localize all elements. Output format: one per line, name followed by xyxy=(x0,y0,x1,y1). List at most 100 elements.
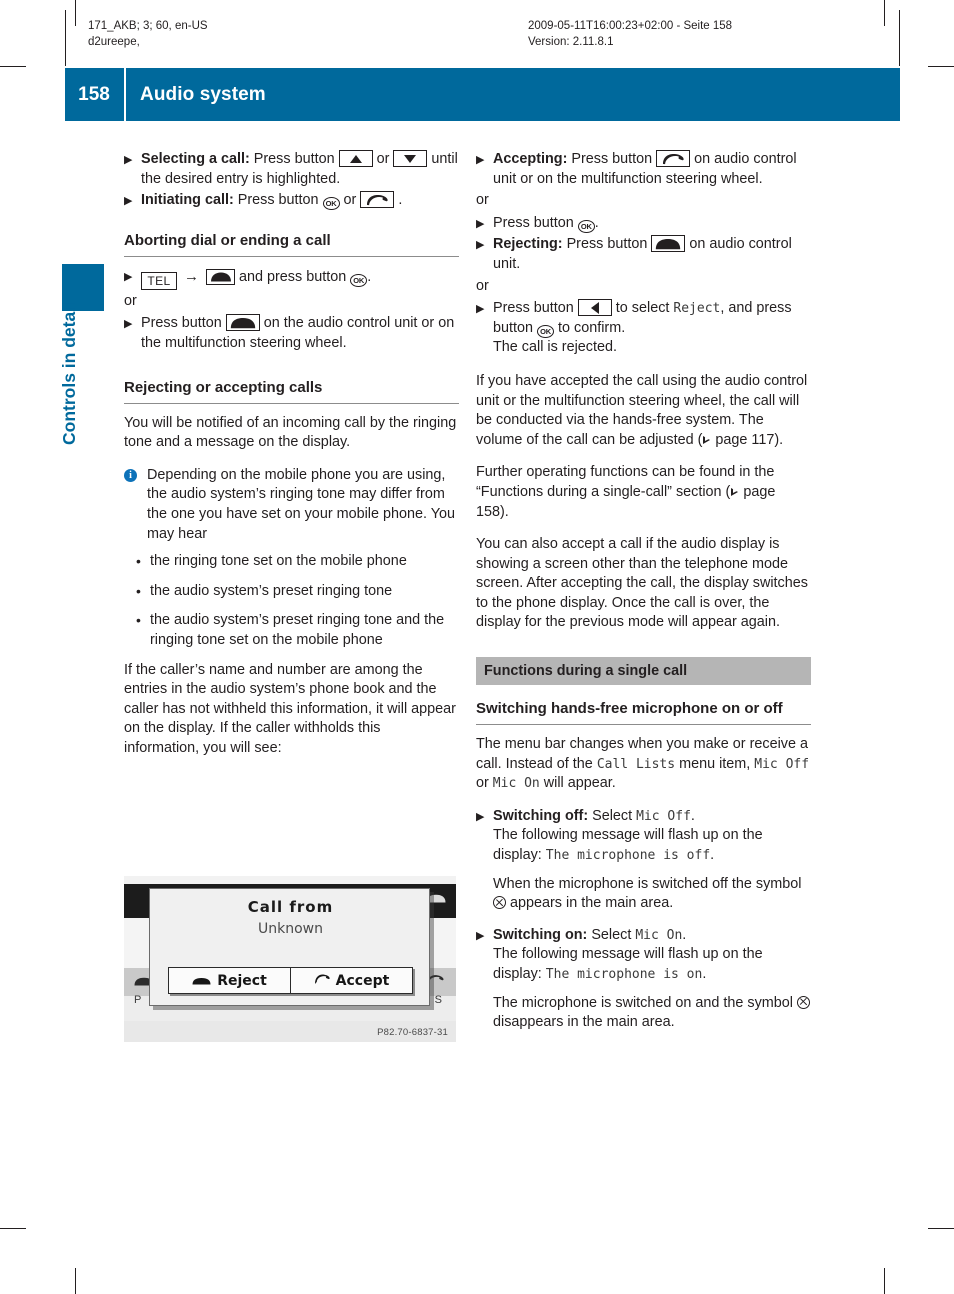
info-icon: i xyxy=(124,468,137,482)
dialog-title: Call from xyxy=(247,898,334,916)
left-arrow-icon[interactable] xyxy=(577,299,612,317)
para-accepted-reference[interactable]: page 117 xyxy=(715,432,774,448)
right-arrow-icon: → xyxy=(184,267,199,285)
print-header-left-line2: d2ureepe, xyxy=(88,36,140,48)
step-selecting-text-2: or xyxy=(376,151,390,167)
step-off-text-2: . xyxy=(690,807,695,824)
phone-hangup-icon[interactable] xyxy=(225,314,260,332)
step-initiating-text-3: . xyxy=(398,192,403,209)
crop-mark-bottom-right xyxy=(884,1268,885,1294)
crop-mark-top-left xyxy=(75,0,76,26)
step-marker-icon: ▶ xyxy=(476,303,485,316)
step-accepting: ▶ Accepting: Press button on audio contr… xyxy=(476,150,811,189)
or-label: or xyxy=(476,277,489,294)
step-switching-on-label: Switching on: xyxy=(493,926,588,943)
microphone-on-message-text: The microphone is on xyxy=(545,967,703,982)
down-arrow-icon[interactable] xyxy=(393,150,428,167)
step-select-reject: ▶ Press button to select Reject, and pre… xyxy=(476,299,811,358)
page-number: 158 xyxy=(78,83,110,105)
reject-button-label: Reject xyxy=(217,972,267,989)
step-selecting-a-call: ▶ Selecting a call: Press button or unti… xyxy=(124,150,459,189)
page-frame-left xyxy=(65,10,66,66)
tel-button-icon[interactable]: TEL xyxy=(141,271,177,290)
display-figure: P S Call from Unknown Reject Accept P82.… xyxy=(124,876,456,1042)
thumb-index-label: Controls in detail xyxy=(59,302,79,445)
crop-mark-right-top xyxy=(928,66,954,67)
incoming-call-dialog: Call from Unknown Reject Accept xyxy=(149,888,430,1006)
para-menubar-text-3: or xyxy=(476,775,489,792)
step-marker-icon: ▶ xyxy=(476,154,485,166)
figure-caption: P82.70-6837-31 xyxy=(377,1027,448,1038)
step-press-ok: ▶ Press button OK. xyxy=(476,214,811,234)
para-accepted-call: If you have accepted the call using the … xyxy=(476,372,811,450)
phone-pickup-icon xyxy=(314,973,330,989)
phone-pickup-icon[interactable] xyxy=(656,150,691,167)
step-selecting-label: Selecting a call: xyxy=(141,151,250,167)
ok-button-icon[interactable]: OK xyxy=(537,324,555,338)
list-item: the audio system’s preset ringing tone xyxy=(124,582,459,602)
step-off-text-4: . xyxy=(710,847,715,864)
info-note: i Depending on the mobile phone you are … xyxy=(124,466,459,544)
step-accepting-text-1: Press button xyxy=(571,151,653,167)
accept-button[interactable]: Accept xyxy=(290,968,412,993)
phone-pickup-icon[interactable] xyxy=(360,191,395,209)
step-rejecting-label: Rejecting: xyxy=(493,236,563,253)
ok-button-icon[interactable]: OK xyxy=(322,197,340,211)
step-rejecting: ▶ Rejecting: Press button on audio contr… xyxy=(476,235,811,274)
step-select-text-4: to confirm. xyxy=(558,319,626,336)
para-further-text-2: ). xyxy=(500,503,509,520)
info-note-text: Depending on the mobile phone you are us… xyxy=(147,466,456,542)
step-off-text-5a: When the microphone is switched off the … xyxy=(493,875,802,892)
print-header-right: 2009-05-11T16:00:23+02:00 - Seite 158 Ve… xyxy=(528,18,888,50)
page-title: Audio system xyxy=(140,83,266,105)
phone-hangup-icon xyxy=(192,973,211,989)
step-press-hangup-button: ▶ Press button on the audio control unit… xyxy=(124,314,459,353)
phone-hangup-icon[interactable] xyxy=(206,268,235,285)
mic-off-symbol-icon xyxy=(796,995,810,1009)
mic-off-option-text: Mic Off xyxy=(636,808,691,824)
step-on-text-4: . xyxy=(702,966,707,982)
up-arrow-icon[interactable] xyxy=(338,150,373,167)
print-header-right-line1: 2009-05-11T16:00:23+02:00 - Seite 158 xyxy=(528,20,733,32)
step-press-ok-text-2: . xyxy=(594,214,599,231)
step-initiating-call: ▶ Initiating call: Press button OK or . xyxy=(124,191,459,211)
step-press-text-1: Press button xyxy=(141,315,222,332)
phone-hangup-icon[interactable] xyxy=(651,235,686,253)
reject-button[interactable]: Reject xyxy=(169,968,290,993)
step-rejecting-text-1: Press button xyxy=(566,236,648,253)
step-off-text-1: Select xyxy=(592,807,633,824)
ok-button-icon[interactable]: OK xyxy=(577,219,595,233)
heading-aborting-dial: Aborting dial or ending a call xyxy=(124,231,459,257)
para-further-functions: Further operating functions can be found… xyxy=(476,463,811,522)
step-marker-icon: ▶ xyxy=(124,154,133,166)
reject-menu-item-text: Reject xyxy=(673,301,721,317)
step-selecting-text-1: Press button xyxy=(253,151,335,167)
para-also-accept: You can also accept a call if the audio … xyxy=(476,536,808,631)
para-menubar-text-2: menu item, xyxy=(679,755,751,772)
call-lists-menu-item-text: Call Lists xyxy=(596,756,676,772)
para-menu-bar: The menu bar changes when you make or re… xyxy=(476,735,811,794)
ok-button-icon[interactable]: OK xyxy=(350,273,368,287)
step-switching-off: ▶ Switching off: Select Mic Off. The fol… xyxy=(476,807,811,914)
step-tel-text: and press button xyxy=(239,268,347,285)
display-screen: P S Call from Unknown Reject Accept xyxy=(124,876,456,1021)
dialog-subtitle: Unknown xyxy=(258,921,323,937)
step-marker-icon: ▶ xyxy=(476,239,485,252)
list-item: the ringing tone set on the mobile phone xyxy=(124,552,459,572)
page-reference-icon xyxy=(730,487,739,497)
mic-off-menu-item-text: Mic Off xyxy=(754,756,810,772)
menu-label-left: P xyxy=(134,994,142,1006)
step-on-text-2: . xyxy=(682,926,687,943)
heading-switching-microphone: Switching hands-free microphone on or of… xyxy=(476,699,811,726)
step-switching-off-label: Switching off: xyxy=(493,807,589,824)
section-heading-functions-single-call: Functions during a single call xyxy=(476,657,811,686)
para-menubar-text-4: will appear. xyxy=(543,775,616,792)
step-off-text-5b: appears in the main area. xyxy=(510,895,674,912)
step-select-text-1: Press button xyxy=(493,300,574,317)
step-marker-icon: ▶ xyxy=(124,270,133,283)
banner-divider xyxy=(124,68,126,121)
step-press-ok-text-1: Press button xyxy=(493,214,574,231)
step-initiating-label: Initiating call: xyxy=(141,192,234,209)
or-label: or xyxy=(476,192,489,209)
para-notified: You will be notified of an incoming call… xyxy=(124,414,457,451)
